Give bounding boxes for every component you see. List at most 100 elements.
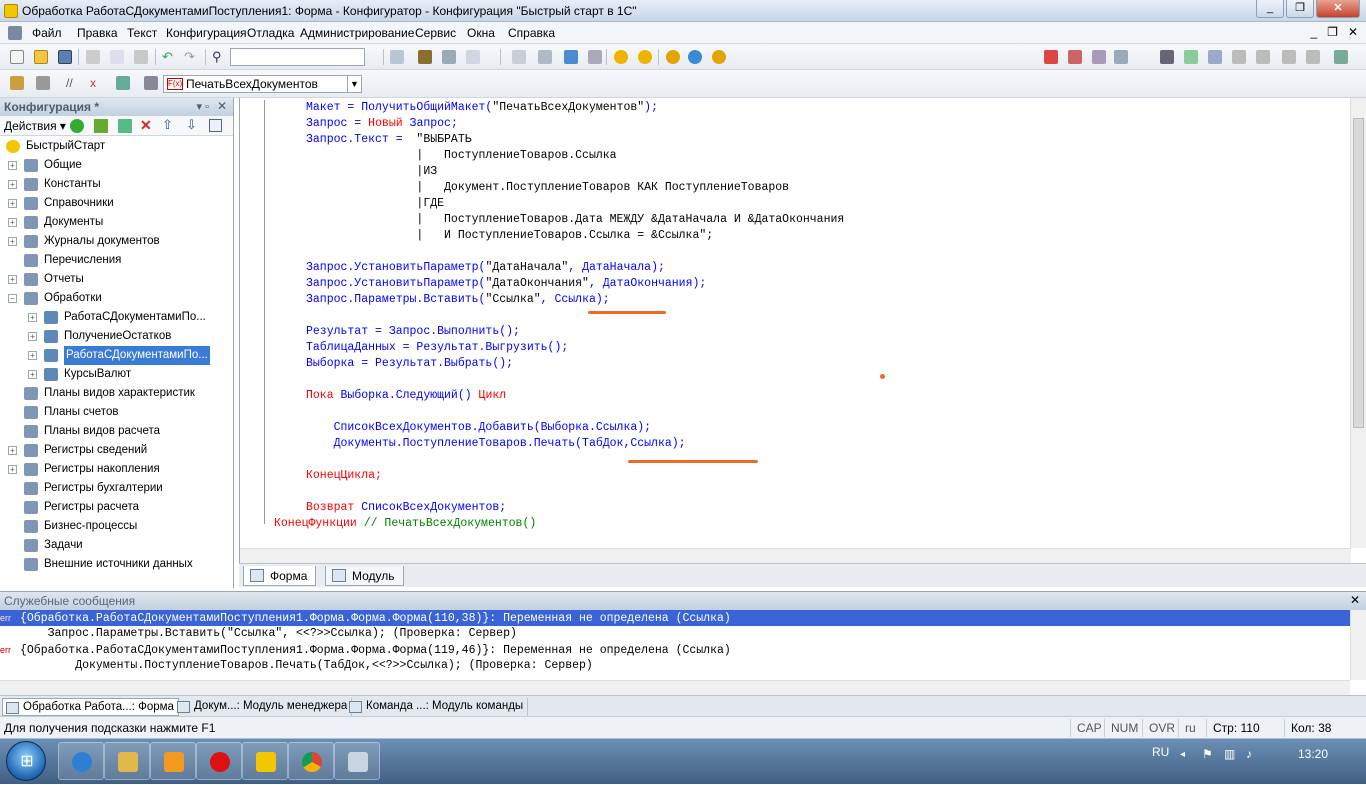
- menu-administration[interactable]: Администрирование: [300, 26, 414, 40]
- pin-icon[interactable]: ▾ ▫: [197, 100, 209, 113]
- expander-icon[interactable]: +: [8, 180, 17, 189]
- window-tab-manager-module[interactable]: Докум...: Модуль менеджера: [174, 698, 353, 716]
- syntax-check-icon[interactable]: [116, 76, 130, 90]
- table-icon[interactable]: [588, 50, 602, 64]
- uncomment-icon[interactable]: [1256, 50, 1270, 64]
- expander-icon[interactable]: +: [8, 218, 17, 227]
- menu-windows[interactable]: Окна: [467, 26, 495, 40]
- message-line[interactable]: err {Обработка.РаботаСДокументамиПоступле…: [0, 610, 1350, 626]
- input-language[interactable]: RU: [1152, 745, 1169, 759]
- debug-run-icon[interactable]: [638, 50, 652, 64]
- indent-icon[interactable]: [1184, 50, 1198, 64]
- edit-icon[interactable]: [94, 119, 108, 133]
- breakpoint-icon[interactable]: [1044, 50, 1058, 64]
- paste-icon[interactable]: [134, 50, 148, 64]
- properties-icon[interactable]: [209, 119, 222, 132]
- vertical-scrollbar[interactable]: [1350, 98, 1366, 548]
- syntax-icon[interactable]: [538, 50, 552, 64]
- window-tab-command-module[interactable]: Команда ...: Модуль команды: [346, 698, 529, 716]
- expander-icon[interactable]: +: [8, 275, 17, 284]
- message-line[interactable]: Запрос.Параметры.Вставить("Ссылка", <<?>…: [0, 626, 1350, 642]
- clock[interactable]: 13:20: [1298, 747, 1328, 761]
- horizontal-scrollbar[interactable]: [240, 548, 1351, 563]
- close-button[interactable]: ✕: [1316, 0, 1360, 18]
- expander-icon[interactable]: +: [8, 465, 17, 474]
- mdi-minimize-icon[interactable]: _: [1310, 25, 1317, 39]
- search-icon[interactable]: ⚲: [212, 50, 226, 64]
- menu-file[interactable]: Файл: [32, 26, 62, 40]
- format-icon[interactable]: [1282, 50, 1296, 64]
- breakpoint-list-icon[interactable]: [1068, 50, 1082, 64]
- delete-icon[interactable]: ✕: [140, 117, 152, 134]
- outdent-icon[interactable]: [1208, 50, 1222, 64]
- uncomment-line-icon[interactable]: x: [90, 76, 104, 90]
- flag-icon[interactable]: [1160, 50, 1174, 64]
- export-icon[interactable]: [1334, 50, 1348, 64]
- move-down-icon[interactable]: ⇩: [186, 117, 197, 133]
- close-icon[interactable]: ✕: [1350, 593, 1360, 607]
- window-tab-form[interactable]: Обработка Работа...: Форма: [2, 698, 179, 716]
- copy-icon[interactable]: [110, 50, 124, 64]
- messages-scrollbar[interactable]: [1350, 610, 1366, 680]
- comment-icon[interactable]: [1232, 50, 1246, 64]
- bookmark-icon[interactable]: [10, 76, 24, 90]
- expander-icon[interactable]: +: [8, 446, 17, 455]
- expander-icon[interactable]: +: [28, 351, 37, 360]
- comment-line-icon[interactable]: //: [66, 76, 80, 90]
- restore-button[interactable]: ❐: [1286, 0, 1314, 18]
- system-menu-icon[interactable]: [8, 26, 22, 40]
- add-icon[interactable]: [70, 119, 84, 133]
- move-up-icon[interactable]: ⇧: [162, 117, 173, 133]
- expander-icon[interactable]: +: [8, 161, 17, 170]
- actions-menu[interactable]: Действия ▾: [4, 119, 66, 133]
- tools-icon[interactable]: [442, 50, 456, 64]
- close-icon[interactable]: ✕: [217, 99, 227, 113]
- menu-service[interactable]: Сервис: [415, 26, 456, 40]
- wrap-icon[interactable]: [1306, 50, 1320, 64]
- menu-text[interactable]: Текст: [127, 26, 157, 40]
- flag-icon[interactable]: ⚑: [1202, 747, 1213, 761]
- expander-icon[interactable]: −: [8, 294, 17, 303]
- expander-icon[interactable]: +: [28, 313, 37, 322]
- minimize-button[interactable]: _: [1256, 0, 1284, 18]
- copy-object-icon[interactable]: [118, 119, 132, 133]
- cut-icon[interactable]: [86, 50, 100, 64]
- disable-bp-icon[interactable]: [1092, 50, 1106, 64]
- save-icon[interactable]: [58, 50, 72, 64]
- run-icon[interactable]: [614, 50, 628, 64]
- procedure-combo[interactable]: F(x) ПечатьВсехДокументов ▼: [163, 75, 362, 93]
- tab-module[interactable]: Модуль: [325, 566, 404, 586]
- mdi-restore-icon[interactable]: ❐: [1327, 25, 1338, 39]
- module-icon[interactable]: [512, 50, 526, 64]
- expander-icon[interactable]: +: [8, 199, 17, 208]
- menu-help[interactable]: Справка: [508, 26, 555, 40]
- new-icon[interactable]: [10, 50, 24, 64]
- tray-expand-icon[interactable]: ◂: [1180, 749, 1185, 760]
- taskbar-opera[interactable]: [196, 742, 242, 780]
- start-button[interactable]: ⊞: [6, 741, 46, 781]
- bookmark-next-icon[interactable]: [36, 76, 50, 90]
- search-input[interactable]: [230, 48, 365, 66]
- message-line[interactable]: err {Обработка.РаботаСДокументамиПоступле…: [0, 642, 1350, 658]
- db-icon[interactable]: [564, 50, 578, 64]
- messages-hscrollbar[interactable]: [0, 680, 1350, 695]
- taskbar-configurator[interactable]: [334, 742, 380, 780]
- update-icon[interactable]: [712, 50, 726, 64]
- network-icon[interactable]: ▥: [1224, 747, 1235, 761]
- tab-form[interactable]: Форма: [243, 566, 317, 586]
- message-line[interactable]: Документы.ПоступлениеТоваров.Печать(ТабД…: [0, 658, 1350, 674]
- taskbar-explorer[interactable]: [104, 742, 150, 780]
- undo-icon[interactable]: ↶: [162, 50, 176, 64]
- open-icon[interactable]: [34, 50, 48, 64]
- user-mode-icon[interactable]: [666, 50, 680, 64]
- taskbar-1c[interactable]: [242, 742, 288, 780]
- taskbar-ie[interactable]: [58, 742, 104, 780]
- expander-icon[interactable]: +: [28, 332, 37, 341]
- taskbar-chrome[interactable]: [288, 742, 334, 780]
- code-area[interactable]: Макет = ПолучитьОбщийМакет("ПечатьВсехДо…: [240, 98, 1350, 548]
- menu-edit[interactable]: Правка: [77, 26, 118, 40]
- procedures-icon[interactable]: [144, 76, 158, 90]
- mdi-close-icon[interactable]: ✕: [1348, 25, 1358, 39]
- web-icon[interactable]: [688, 50, 702, 64]
- code-editor[interactable]: Макет = ПолучитьОбщийМакет("ПечатьВсехДо…: [239, 98, 1366, 563]
